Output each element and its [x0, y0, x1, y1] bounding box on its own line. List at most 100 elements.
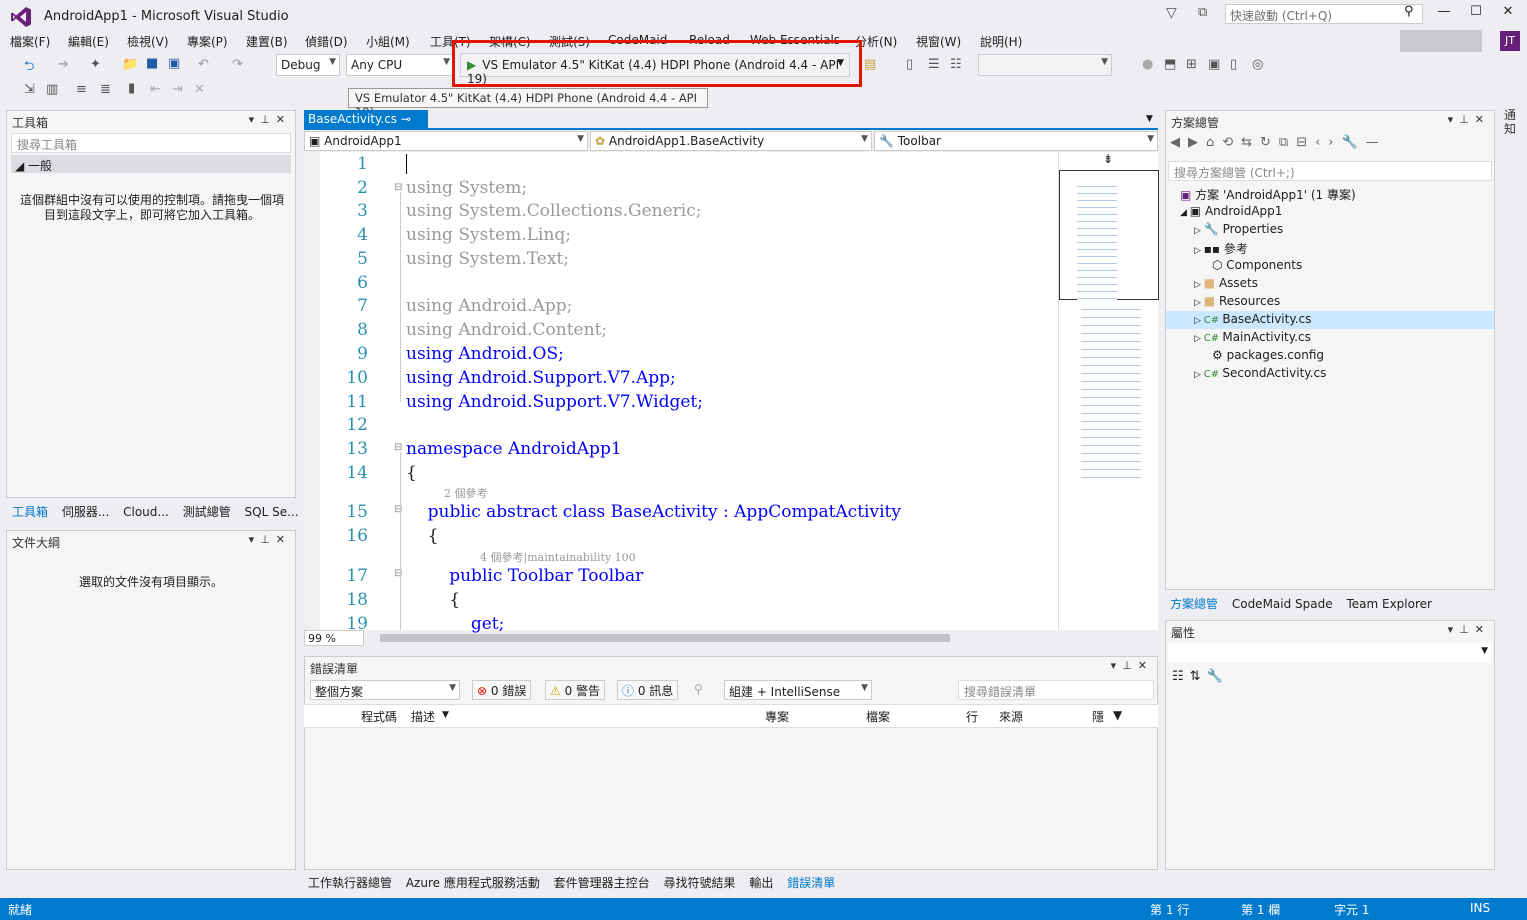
empty-dropdown[interactable]: ▼ [978, 54, 1112, 76]
column-source[interactable]: 來源 [999, 708, 1023, 725]
outdent-icon[interactable]: ≡ [76, 82, 87, 97]
menu-window[interactable]: 視窗(W) [916, 33, 961, 50]
column-project[interactable]: 專案 [765, 708, 789, 725]
warnings-filter-button[interactable]: ⚠ 0 警告 [545, 680, 606, 700]
menu-team[interactable]: 小組(M) [366, 33, 410, 50]
maximize-button[interactable]: ☐ [1462, 4, 1490, 24]
tree-item-baseactivity[interactable]: ▷ C# BaseActivity.cs [1194, 312, 1311, 326]
terminal-icon[interactable]: ▣ [1208, 57, 1220, 72]
tab-codemaid-spade[interactable]: CodeMaid Spade [1232, 597, 1333, 611]
tree-item-components[interactable]: ⬡ Components [1212, 258, 1302, 272]
tree-item-references[interactable]: ▷ ▪▪ 參考 [1194, 240, 1248, 257]
folder-icon[interactable]: ▤ [864, 57, 876, 72]
build-filter-dropdown[interactable]: 組建 + IntelliSense ▼ [724, 680, 872, 700]
save-icon[interactable]: ■ [146, 56, 158, 71]
feedback-icon[interactable]: ⧉ [1198, 5, 1207, 20]
toolbox-search-input[interactable]: 搜尋工具箱 [11, 133, 291, 153]
menu-build[interactable]: 建置(B) [246, 33, 288, 50]
list-arrow-icon[interactable]: ☷ [950, 57, 962, 72]
pin-icon[interactable]: ⊸ [401, 112, 411, 126]
code-minimap[interactable]: ⇟ [1058, 152, 1159, 630]
messages-filter-button[interactable]: ⓘ 0 訊息 [617, 680, 679, 700]
code-editor[interactable]: 1 2 3 4 5 6 7 8 9 10 11 12 13 14 15 16 1… [304, 152, 1058, 634]
panel-controls-icon[interactable]: ▾⊥✕ [249, 113, 291, 126]
panel-controls-icon[interactable]: ▾⊥✕ [1448, 113, 1490, 126]
project-nav-dropdown[interactable]: ▣ AndroidApp1 ▼ [304, 131, 588, 151]
column-file[interactable]: 檔案 [866, 708, 890, 725]
menu-project[interactable]: 專案(P) [187, 33, 228, 50]
panel-controls-icon[interactable]: ▾⊥✕ [249, 533, 291, 546]
bookmark-icon[interactable]: ▮ [128, 81, 135, 96]
tab-solution-explorer[interactable]: 方案總管 [1170, 597, 1218, 611]
platform-dropdown[interactable]: Any CPU ▼ [346, 54, 454, 76]
member-nav-dropdown[interactable]: 🔧 Toolbar ▼ [874, 131, 1158, 151]
undo-icon[interactable]: ↶ [198, 57, 209, 72]
tab-sql[interactable]: SQL Se... [245, 505, 299, 519]
open-file-icon[interactable]: 📁 [122, 57, 138, 72]
clear-filter-icon[interactable]: ⚲ [694, 682, 703, 696]
tab-team-explorer[interactable]: Team Explorer [1346, 597, 1432, 611]
file-nav-icon[interactable]: ▥ [46, 82, 58, 97]
tree-item-assets[interactable]: ▷ ■ Assets [1194, 276, 1258, 290]
document-icon[interactable]: ▯ [906, 57, 913, 72]
tab-output[interactable]: 輸出 [749, 876, 773, 890]
robot-icon[interactable]: ⊞ [1186, 57, 1197, 72]
zoom-dropdown[interactable]: 99 % [304, 630, 364, 646]
tree-item-packages[interactable]: ⚙ packages.config [1212, 348, 1324, 362]
close-button[interactable]: ✕ [1494, 4, 1522, 24]
tab-cloud[interactable]: Cloud... [123, 505, 169, 519]
project-node[interactable]: ◢ ▣ AndroidApp1 [1180, 204, 1282, 218]
menu-file[interactable]: 檔案(F) [10, 33, 50, 50]
bookmark-prev-icon[interactable]: ⇤ [150, 82, 161, 97]
avatar[interactable]: JT [1500, 31, 1520, 51]
collapse-icon[interactable]: ⊟ [394, 504, 402, 515]
tree-item-mainactivity[interactable]: ▷ C# MainActivity.cs [1194, 330, 1311, 344]
menu-view[interactable]: 檢視(V) [127, 33, 169, 50]
menu-help[interactable]: 說明(H) [980, 33, 1022, 50]
save-all-icon[interactable]: ▣ [168, 56, 180, 71]
column-code[interactable]: 程式碼 [361, 708, 397, 725]
tree-item-secondactivity[interactable]: ▷ C# SecondActivity.cs [1194, 366, 1326, 380]
menu-debug[interactable]: 偵錯(D) [305, 33, 348, 50]
errors-filter-button[interactable]: ⊗ 0 錯誤 [472, 680, 532, 700]
minimize-button[interactable]: — [1430, 4, 1458, 24]
new-project-icon[interactable]: ✦ [90, 57, 101, 72]
collapse-icon[interactable]: ⊟ [394, 442, 402, 453]
tab-azure-activity[interactable]: Azure 應用程式服務活動 [406, 876, 540, 890]
error-search-input[interactable]: 搜尋錯誤清單 [958, 680, 1154, 700]
collapse-icon[interactable]: ⊟ [394, 568, 402, 579]
properties-object-dropdown[interactable]: ▼ [1168, 643, 1492, 663]
horizontal-scrollbar[interactable] [380, 634, 950, 642]
config-dropdown[interactable]: Debug ▼ [276, 54, 340, 76]
back-icon[interactable]: ⮌ [24, 57, 34, 79]
solution-node[interactable]: ▣ 方案 'AndroidApp1' (1 專案) [1180, 186, 1356, 203]
globe-icon[interactable]: ◎ [1252, 57, 1263, 72]
search-icon[interactable]: ⚲ [1404, 4, 1414, 19]
tab-package-manager[interactable]: 套件管理器主控台 [554, 876, 650, 890]
menu-edit[interactable]: 編輯(E) [68, 33, 109, 50]
filter-icon[interactable]: ▽ [1166, 5, 1177, 21]
tab-dropdown-icon[interactable]: ▼ [1146, 114, 1153, 124]
step-icon[interactable]: ⇲ [24, 82, 35, 97]
tree-item-properties[interactable]: ▷ 🔧 Properties [1194, 222, 1283, 236]
panel-controls-icon[interactable]: ▾⊥✕ [1448, 623, 1490, 636]
bookmark-next-icon[interactable]: ⇥ [172, 82, 183, 97]
column-description[interactable]: 描述 [411, 708, 435, 725]
column-suppression[interactable]: 隱 [1092, 708, 1104, 725]
tab-toolbox[interactable]: 工具箱 [12, 505, 48, 519]
forward-icon[interactable]: ➔ [58, 57, 69, 72]
device-icon[interactable]: ▯ [1230, 57, 1237, 72]
camera-icon[interactable]: ⬒ [1164, 57, 1176, 72]
panel-controls-icon[interactable]: ▾⊥✕ [1111, 659, 1153, 672]
solution-search-input[interactable]: 搜尋方案總管 (Ctrl+;) [1168, 161, 1492, 181]
tree-item-resources[interactable]: ▷ ■ Resources [1194, 294, 1280, 308]
account-area[interactable] [1400, 30, 1482, 52]
split-icon[interactable]: ⇟ [1103, 152, 1113, 166]
codelens-hint[interactable]: 4 個參考|maintainability 100 [480, 549, 636, 565]
tab-find-symbol[interactable]: 尋找符號結果 [664, 876, 736, 890]
error-scope-dropdown[interactable]: 整個方案 ▼ [310, 680, 460, 700]
properties-toolbar-icons[interactable]: ☷⇅🔧 [1172, 669, 1229, 684]
bookmark-clear-icon[interactable]: ✕ [194, 82, 205, 97]
column-line[interactable]: 行 [966, 708, 978, 725]
circle-icon[interactable]: ● [1142, 57, 1153, 72]
